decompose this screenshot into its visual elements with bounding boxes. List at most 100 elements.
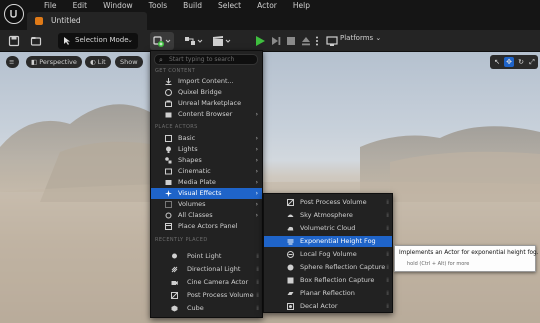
quick-add-menu: ⌕ GET CONTENT Import Content... Quixel B… <box>150 50 263 318</box>
search-input[interactable] <box>169 55 257 64</box>
drag-handle-icon[interactable]: ⁞⁞ <box>256 290 259 301</box>
menu-item-basic[interactable]: Basic › <box>151 133 262 144</box>
menu-item-media-plate[interactable]: Media Plate › <box>151 177 262 188</box>
submenu-item-local-fog-volume[interactable]: Local Fog Volume ⁞⁞ <box>264 249 392 260</box>
transform-tools: ↖ ✥ ↻ ⤢ <box>490 55 538 69</box>
menu-item-all-classes[interactable]: All Classes › <box>151 210 262 221</box>
viewport-options-button[interactable]: ≡ <box>6 56 19 68</box>
submenu-item-volumetric-cloud[interactable]: Volumetric Cloud ⁞⁞ <box>264 223 392 234</box>
play-icon[interactable] <box>254 35 266 47</box>
menu-item-lights[interactable]: Lights › <box>151 144 262 155</box>
step-icon[interactable] <box>270 35 282 47</box>
menu-item-cine-camera-actor[interactable]: Cine Camera Actor ⁞⁞ <box>151 277 262 288</box>
menu-item-visual-effects[interactable]: Visual Effects › <box>151 188 262 199</box>
menu-actor[interactable]: Actor <box>249 1 285 11</box>
play-options-icon[interactable] <box>314 35 320 47</box>
chevron-right-icon: › <box>255 135 258 142</box>
menu-help[interactable]: Help <box>285 1 318 11</box>
point-light-icon <box>172 253 177 259</box>
menu-item-volumes[interactable]: Volumes › <box>151 199 262 210</box>
content-browser-icon[interactable] <box>30 35 42 47</box>
chevron-right-icon: › <box>255 190 258 197</box>
section-recently-placed: RECENTLY PLACED <box>155 237 208 243</box>
unreal-logo-icon[interactable] <box>4 4 24 24</box>
scale-tool-icon[interactable]: ⤢ <box>527 57 537 67</box>
cursor-icon <box>64 37 70 45</box>
menu-build[interactable]: Build <box>175 1 210 11</box>
platforms-icon <box>326 36 338 46</box>
lit-icon: ◐ <box>90 58 98 66</box>
translate-tool-icon[interactable]: ✥ <box>504 57 514 67</box>
submenu-item-box-reflection-capture[interactable]: Box Reflection Capture ⁞⁞ <box>264 275 392 286</box>
document-tab[interactable]: Untitled <box>27 12 147 30</box>
drag-handle-icon[interactable]: ⁞⁞ <box>386 210 389 221</box>
drag-handle-icon[interactable]: ⁞⁞ <box>256 251 259 262</box>
post-process-icon <box>171 292 178 299</box>
drag-handle-icon[interactable]: ⁞⁞ <box>256 277 259 288</box>
cinematics-icon[interactable] <box>212 35 234 47</box>
selection-mode-dropdown[interactable]: Selection Mode ⌄ <box>58 33 138 49</box>
level-icon <box>35 17 43 25</box>
chevron-right-icon: › <box>255 111 258 118</box>
sky-atmosphere-icon <box>287 214 294 217</box>
drag-handle-icon[interactable]: ⁞⁞ <box>386 275 389 286</box>
chevron-right-icon: › <box>255 179 258 186</box>
menu-tools[interactable]: Tools <box>141 1 175 11</box>
rotate-tool-icon[interactable]: ↻ <box>516 57 526 67</box>
menu-edit[interactable]: Edit <box>65 1 96 11</box>
menu-item-unreal-marketplace[interactable]: Unreal Marketplace <box>151 98 262 109</box>
drag-handle-icon[interactable]: ⁞⁞ <box>386 288 389 299</box>
menu-item-cube[interactable]: Cube ⁞⁞ <box>151 303 262 314</box>
stop-icon[interactable] <box>285 35 297 47</box>
menu-item-import-content[interactable]: Import Content... <box>151 76 262 87</box>
sparkle-icon <box>165 190 172 197</box>
submenu-item-planar-reflection[interactable]: Planar Reflection ⁞⁞ <box>264 288 392 299</box>
submenu-item-exponential-height-fog[interactable]: Exponential Height Fog <box>264 236 392 247</box>
eject-icon[interactable] <box>300 35 312 47</box>
chevron-right-icon: › <box>255 146 258 153</box>
light-bulb-icon <box>166 146 171 153</box>
quick-add-button[interactable] <box>150 32 174 50</box>
save-icon[interactable] <box>8 35 20 47</box>
section-place-actors: PLACE ACTORS <box>155 124 198 130</box>
drag-handle-icon[interactable]: ⁞⁞ <box>256 264 259 275</box>
menu-file[interactable]: File <box>36 1 65 11</box>
perspective-button[interactable]: ◧ Perspective <box>26 56 82 68</box>
menu-item-post-process-volume-recent[interactable]: Post Process Volume ⁞⁞ <box>151 290 262 301</box>
submenu-item-sphere-reflection-capture[interactable]: Sphere Reflection Capture ⁞⁞ <box>264 262 392 273</box>
menu-window[interactable]: Window <box>95 1 141 11</box>
film-icon <box>165 168 172 175</box>
lit-button[interactable]: ◐ Lit <box>85 56 111 68</box>
camera-icon: ◧ <box>31 58 40 66</box>
menu-item-point-light[interactable]: Point Light ⁞⁞ <box>151 251 262 262</box>
submenu-item-sky-atmosphere[interactable]: Sky Atmosphere ⁞⁞ <box>264 210 392 221</box>
submenu-item-decal-actor[interactable]: Decal Actor ⁞⁞ <box>264 301 392 312</box>
drag-handle-icon[interactable]: ⁞⁞ <box>256 303 259 314</box>
blueprint-icon[interactable] <box>184 35 206 47</box>
cloud-icon <box>287 226 294 231</box>
menu-item-directional-light[interactable]: Directional Light ⁞⁞ <box>151 264 262 275</box>
main-toolbar: Selection Mode ⌄ Platforms ⌄ <box>0 30 540 52</box>
menu-item-content-browser[interactable]: Content Browser › <box>151 109 262 120</box>
menu-item-cinematic[interactable]: Cinematic › <box>151 166 262 177</box>
drag-handle-icon[interactable]: ⁞⁞ <box>386 301 389 312</box>
menu-item-quixel-bridge[interactable]: Quixel Bridge <box>151 87 262 98</box>
show-button[interactable]: Show <box>115 56 143 68</box>
drag-handle-icon[interactable]: ⁞⁞ <box>386 223 389 234</box>
chevron-right-icon: › <box>255 168 258 175</box>
menu-search[interactable]: ⌕ <box>154 54 258 65</box>
drag-handle-icon[interactable]: ⁞⁞ <box>386 249 389 260</box>
drag-handle-icon[interactable]: ⁞⁞ <box>386 262 389 273</box>
drag-handle-icon[interactable]: ⁞⁞ <box>386 197 389 208</box>
fog-icon <box>287 239 294 245</box>
submenu-item-post-process-volume[interactable]: Post Process Volume ⁞⁞ <box>264 197 392 208</box>
show-label: Show <box>120 58 138 66</box>
chevron-right-icon: › <box>255 201 258 208</box>
platforms-dropdown[interactable]: Platforms ⌄ <box>340 34 381 42</box>
menu-select[interactable]: Select <box>210 1 249 11</box>
title-bar: File Edit Window Tools Build Select Acto… <box>0 0 540 30</box>
menu-item-shapes[interactable]: Shapes › <box>151 155 262 166</box>
select-tool-icon[interactable]: ↖ <box>492 57 502 67</box>
menu-item-place-actors-panel[interactable]: Place Actors Panel <box>151 221 262 232</box>
sphere-reflection-icon <box>287 264 294 271</box>
